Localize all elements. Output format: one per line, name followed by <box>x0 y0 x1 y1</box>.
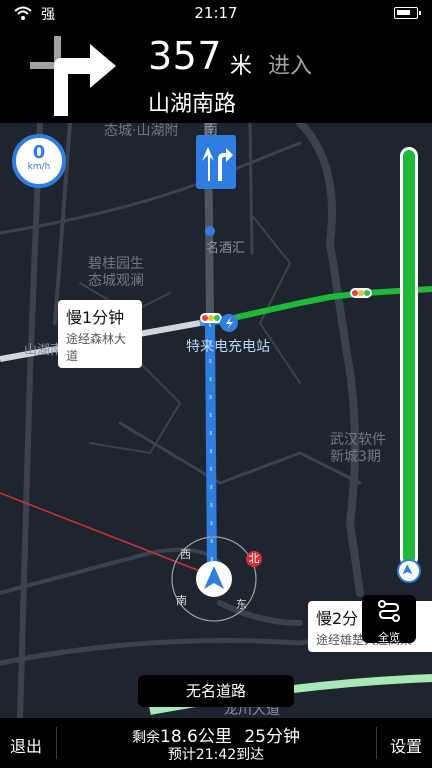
map-label-community: 碧桂园生 态城观澜 <box>88 256 144 289</box>
maneuver-action: 进入 <box>268 54 313 79</box>
alt-route-bubble-left[interactable]: 慢1分钟 途经森林大道 <box>58 300 142 368</box>
clock: 21:17 <box>194 4 238 22</box>
status-bar: 强 21:17 <box>0 0 432 26</box>
traffic-status-bar <box>403 150 415 564</box>
bottom-bar: 退出 剩余18.6公里 25分钟 预计21:42到达 设置 <box>0 718 432 768</box>
map-view[interactable]: 态城·山湖附 南 路 名酒汇 碧桂园生 态城观澜 山湖南路 特来电充电站 武汉软… <box>0 123 432 718</box>
speed-value: 0 <box>32 142 46 163</box>
distance-value: 357 <box>148 34 223 78</box>
alt-route-left-subtitle: 途经森林大道 <box>66 332 127 363</box>
route-overview-icon <box>378 600 400 622</box>
distance-unit: 米 <box>230 54 253 79</box>
compass-north: 北 <box>246 551 262 567</box>
route-progress-bar <box>397 147 421 583</box>
map-label-charging-station[interactable]: 特来电充电站 <box>186 339 270 355</box>
next-road-name: 山湖南路 <box>148 92 237 117</box>
alt-route-left-title: 慢1分钟 <box>66 308 125 327</box>
current-position-icon <box>397 559 421 583</box>
compass-east: 东 <box>236 598 247 611</box>
divider <box>376 727 377 759</box>
map-label-software-city: 武汉软件 新城3期 <box>330 432 386 465</box>
overview-button[interactable]: 全览 <box>362 595 416 644</box>
compass-west: 西 <box>180 548 191 561</box>
speedometer: 0 km/h <box>12 134 66 188</box>
settings-button[interactable]: 设置 <box>390 733 422 757</box>
map-label-poi: 名酒汇 <box>206 241 246 256</box>
speed-unit: km/h <box>27 162 51 172</box>
battery-icon <box>394 7 421 19</box>
map-label-community-top: 态城·山湖附 <box>104 123 179 139</box>
overview-label: 全览 <box>378 631 400 644</box>
compass-south: 南 <box>176 594 187 607</box>
battery-level <box>397 10 410 15</box>
turn-guidance-panel[interactable]: 357 米 进入 山湖南路 <box>0 26 432 123</box>
eta-label: 预计21:42到达 <box>167 747 265 763</box>
current-road-name: 无名道路 <box>138 675 294 707</box>
turn-right-arrow-icon <box>30 36 116 116</box>
lane-guidance-icon <box>196 135 236 189</box>
